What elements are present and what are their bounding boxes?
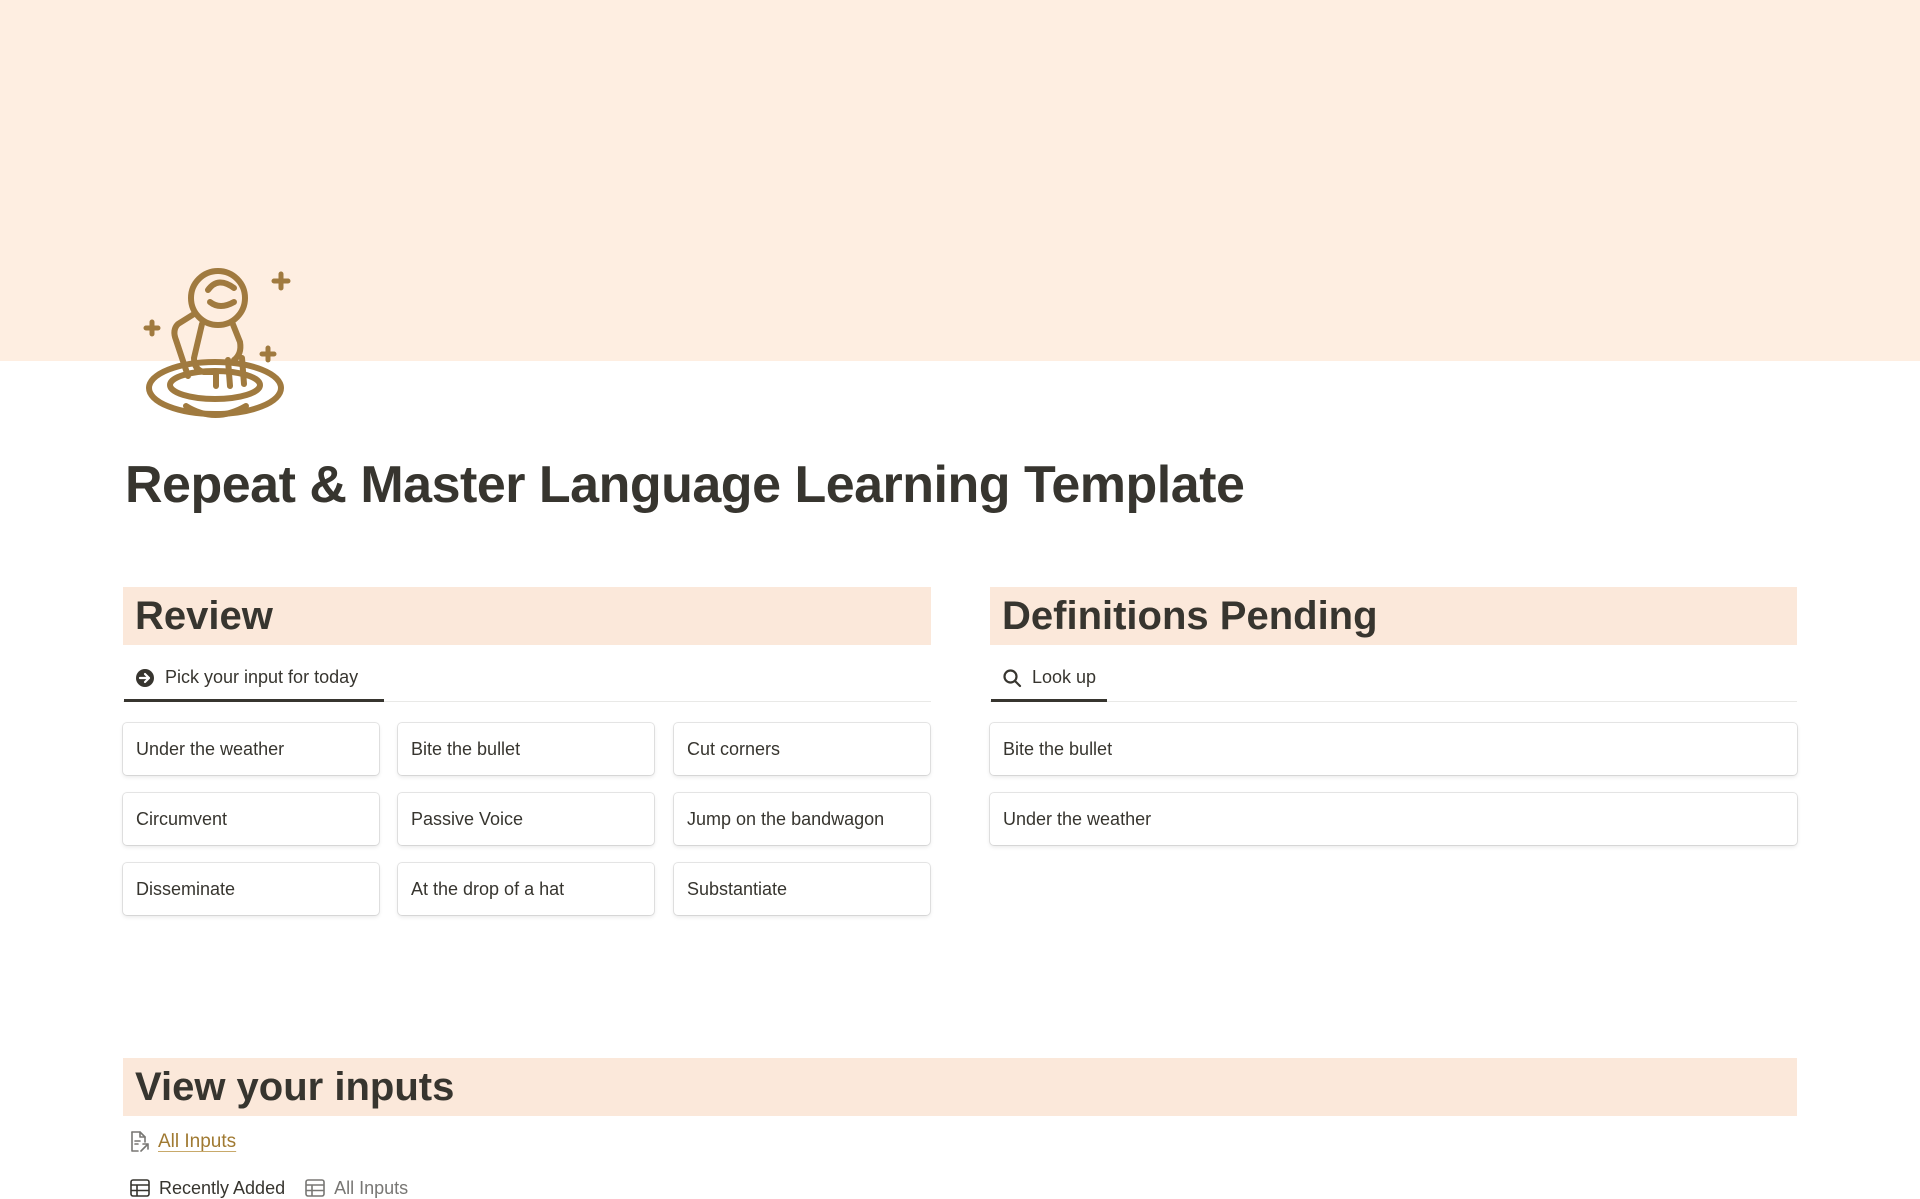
review-card[interactable]: Passive Voice <box>398 793 654 845</box>
review-card[interactable]: Jump on the bandwagon <box>674 793 930 845</box>
table-icon <box>305 1177 327 1199</box>
tab-label: Look up <box>1032 667 1097 687</box>
review-card[interactable]: Circumvent <box>123 793 379 845</box>
tab-label: Pick your input for today <box>165 667 359 687</box>
review-card[interactable]: Bite the bullet <box>398 723 654 775</box>
definitions-tabbar: Look up <box>990 656 1797 702</box>
all-inputs-link[interactable]: All Inputs <box>158 1131 236 1153</box>
view-tabs: Recently Added All Inputs <box>130 1176 428 1199</box>
review-tabbar: Pick your input for today <box>123 656 931 702</box>
review-card[interactable]: Disseminate <box>123 863 379 915</box>
review-card[interactable]: Under the weather <box>123 723 379 775</box>
view-tab-label: All Inputs <box>334 1177 409 1198</box>
search-icon <box>1001 667 1023 689</box>
page-link-icon <box>126 1129 152 1155</box>
definition-card[interactable]: Bite the bullet <box>990 723 1797 775</box>
review-card[interactable]: Cut corners <box>674 723 930 775</box>
view-tab-recently-added[interactable]: Recently Added <box>130 1177 285 1199</box>
tab-look-up[interactable]: Look up <box>991 656 1107 702</box>
definitions-heading: Definitions Pending <box>990 587 1797 645</box>
astronaut-icon[interactable] <box>138 258 298 428</box>
review-card[interactable]: Substantiate <box>674 863 930 915</box>
review-heading: Review <box>123 587 931 645</box>
view-tab-all-inputs[interactable]: All Inputs <box>305 1177 408 1199</box>
view-tab-label: Recently Added <box>159 1177 286 1198</box>
definition-card[interactable]: Under the weather <box>990 793 1797 845</box>
inputs-heading: View your inputs <box>123 1058 1797 1116</box>
all-inputs-link-row: All Inputs <box>126 1127 236 1157</box>
arrow-circle-right-icon <box>134 667 156 689</box>
page-title: Repeat & Master Language Learning Templa… <box>125 456 1245 514</box>
tab-pick-your-input[interactable]: Pick your input for today <box>124 656 384 702</box>
table-icon <box>130 1177 152 1199</box>
review-card[interactable]: At the drop of a hat <box>398 863 654 915</box>
